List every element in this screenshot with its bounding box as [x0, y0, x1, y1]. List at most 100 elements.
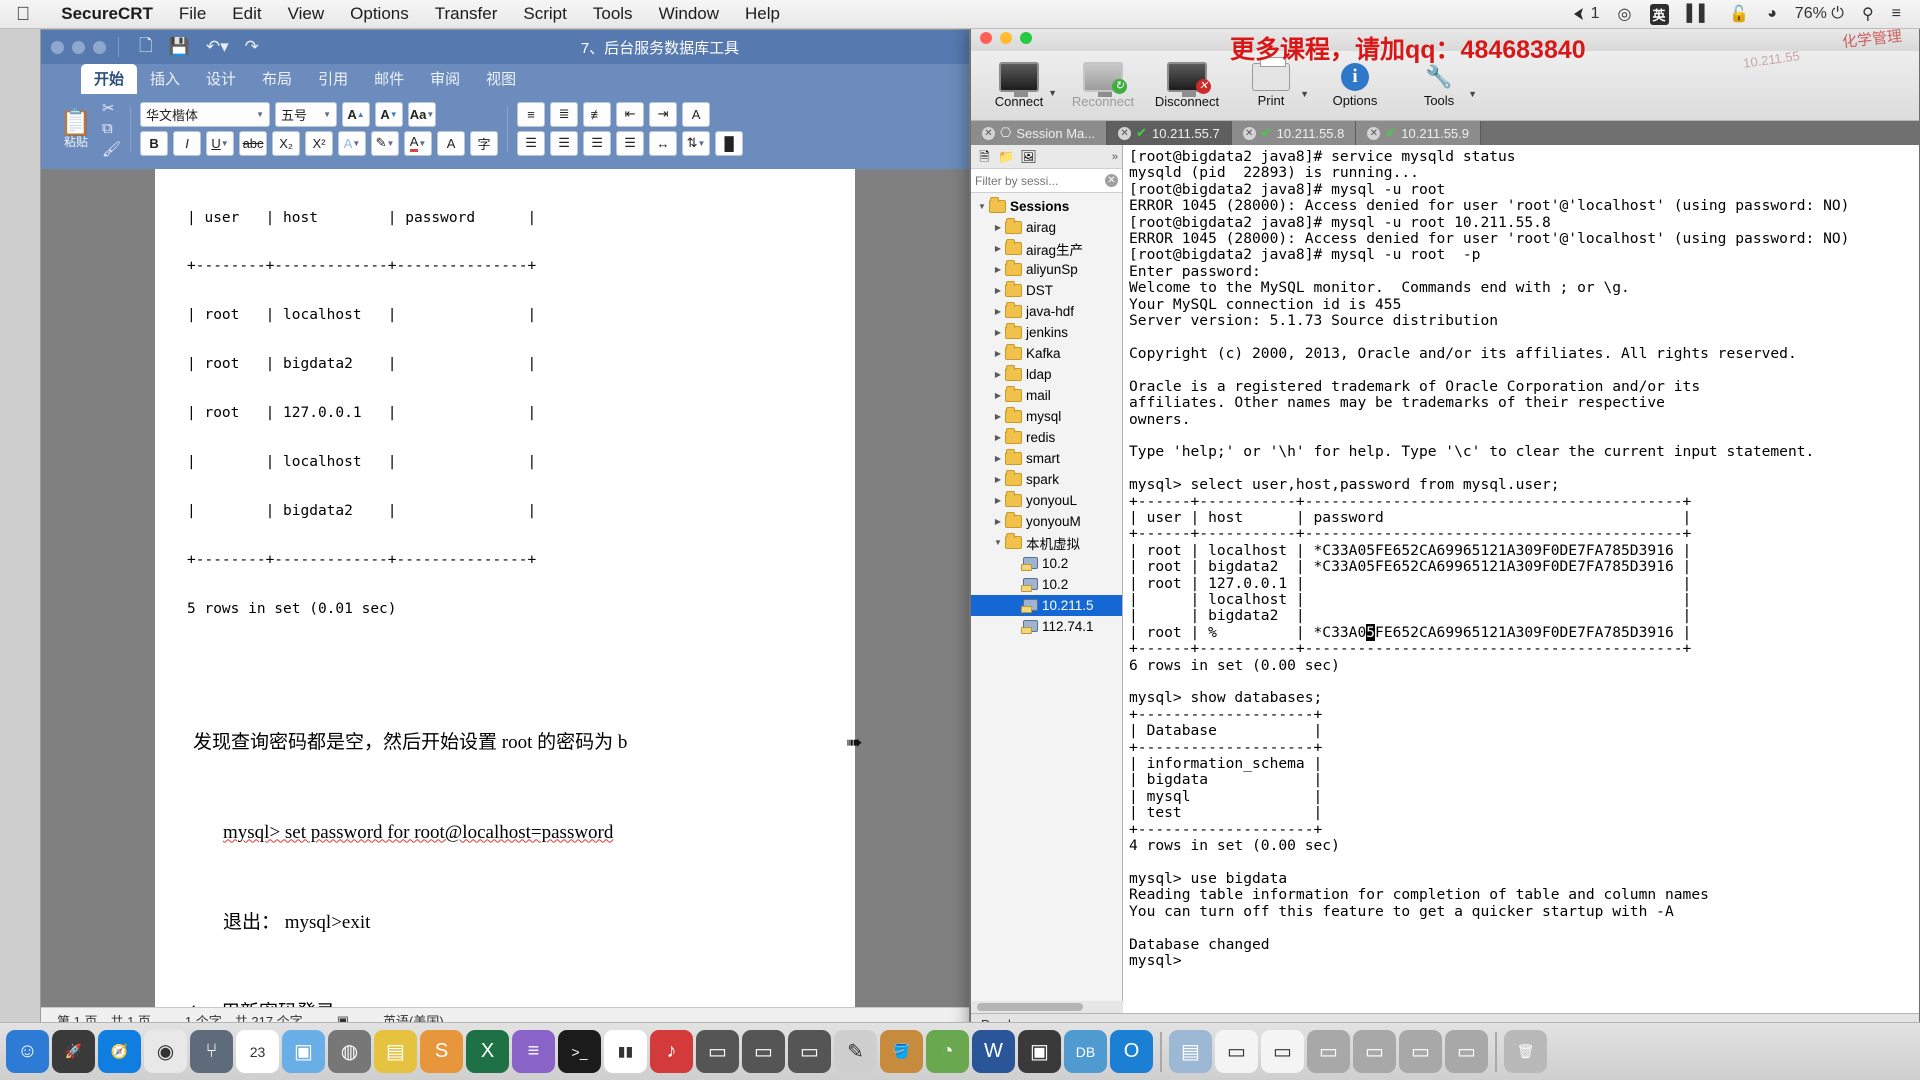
- dock-item-folder-3[interactable]: ▭: [1399, 1030, 1442, 1073]
- lock-icon[interactable]: 🔓: [1720, 4, 1758, 24]
- menu-item-file[interactable]: File: [166, 4, 219, 24]
- grow-font-button[interactable]: A ▲: [342, 101, 371, 127]
- screen-record-icon[interactable]: ◎: [1609, 4, 1641, 24]
- minimize-button[interactable]: [1000, 32, 1012, 44]
- bullet-list-icon[interactable]: ≡: [517, 101, 546, 127]
- dock-item-db-tool[interactable]: DB: [1064, 1030, 1107, 1073]
- reconnect-button[interactable]: ↻ Reconnect: [1061, 62, 1145, 109]
- options-button[interactable]: i Options: [1313, 63, 1397, 108]
- dock-item-excel-x[interactable]: X: [466, 1030, 509, 1073]
- overflow-chevron-icon[interactable]: »: [1112, 151, 1118, 163]
- wifi-icon[interactable]: ◕: [1758, 5, 1786, 23]
- chevron-down-icon[interactable]: ▼: [1468, 89, 1477, 99]
- zoom-button[interactable]: [1020, 32, 1032, 44]
- dock-item-sourcetree[interactable]: ⑂: [190, 1030, 233, 1073]
- dock-item-doc-2[interactable]: ▭: [1261, 1030, 1304, 1073]
- dock-item-doc-1[interactable]: ▭: [1215, 1030, 1258, 1073]
- pause-icon[interactable]: ▌▌: [1678, 5, 1721, 23]
- italic-button[interactable]: I: [173, 130, 202, 156]
- dock-item-eyedropper[interactable]: ✎: [834, 1030, 877, 1073]
- dock-item-window-3[interactable]: ▭: [788, 1030, 831, 1073]
- chevron-right-icon[interactable]: ▶: [991, 496, 1005, 505]
- tab-shenyue[interactable]: 审阅: [417, 64, 473, 94]
- dock-item-window-1[interactable]: ▭: [696, 1030, 739, 1073]
- tree-item[interactable]: ▼ Sessions: [971, 196, 1122, 217]
- format-painter-icon[interactable]: 🖌: [102, 140, 121, 158]
- new-session-icon[interactable]: 🗎: [975, 148, 994, 166]
- font-size-select[interactable]: 五号 ▼: [275, 101, 338, 127]
- cut-icon[interactable]: ✂: [102, 99, 121, 117]
- tab-charu[interactable]: 插入: [137, 64, 193, 94]
- session-filter-row[interactable]: ✕: [971, 169, 1122, 193]
- tree-item[interactable]: ▶ yonyouL: [971, 490, 1122, 511]
- clear-filter-icon[interactable]: ✕: [1105, 174, 1118, 187]
- dock-item-folder-1[interactable]: ▭: [1307, 1030, 1350, 1073]
- dock-item-pages[interactable]: ≡: [512, 1030, 555, 1073]
- line-spacing-icon[interactable]: ⇅ ▼: [682, 130, 711, 156]
- word-document-scroll-area[interactable]: | user | host | password | +--------+---…: [41, 169, 969, 1007]
- chevron-down-icon[interactable]: ▼: [1048, 88, 1057, 98]
- menu-item-securecrt[interactable]: SecureCRT: [48, 4, 166, 24]
- redo-icon[interactable]: ↷: [245, 37, 259, 57]
- tree-item[interactable]: ▶ airag: [971, 217, 1122, 238]
- dock-item-time-machine[interactable]: ◔: [926, 1030, 969, 1073]
- dock-item-safari[interactable]: 🧭: [98, 1030, 141, 1073]
- chevron-right-icon[interactable]: ▶: [991, 454, 1005, 463]
- dock-item-terminal[interactable]: >_: [558, 1030, 601, 1073]
- dock-item-folder-2[interactable]: ▭: [1353, 1030, 1396, 1073]
- chevron-right-icon[interactable]: ▶: [991, 349, 1005, 358]
- underline-button[interactable]: U ▼: [206, 130, 235, 156]
- chevron-right-icon[interactable]: ▶: [991, 265, 1005, 274]
- tree-item[interactable]: ▶ smart: [971, 448, 1122, 469]
- superscript-button[interactable]: X²: [305, 130, 334, 156]
- menu-item-help[interactable]: Help: [732, 4, 793, 24]
- tree-item[interactable]: ▶ mysql: [971, 406, 1122, 427]
- font-name-select[interactable]: 华文楷体 ▼: [140, 101, 271, 127]
- dock-item-calendar[interactable]: 23: [236, 1030, 279, 1073]
- undo-icon[interactable]: ↶▾: [206, 37, 229, 57]
- chevron-right-icon[interactable]: ▶: [991, 391, 1005, 400]
- dock-item-notes[interactable]: ▤: [374, 1030, 417, 1073]
- close-icon[interactable]: ✕: [1242, 126, 1256, 140]
- tools-button[interactable]: 🔧 Tools ▼: [1397, 63, 1481, 108]
- control-center-icon[interactable]: ≡: [1883, 5, 1910, 23]
- dock-item-bucket[interactable]: 🪣: [880, 1030, 923, 1073]
- chevron-right-icon[interactable]: ▶: [991, 286, 1005, 295]
- dock-item-opera[interactable]: O: [1110, 1030, 1153, 1073]
- clear-formatting-button[interactable]: A: [437, 130, 466, 156]
- chevron-right-icon[interactable]: ▶: [991, 433, 1005, 442]
- tab-buju[interactable]: 布局: [249, 64, 305, 94]
- dock-item-sublime[interactable]: S: [420, 1030, 463, 1073]
- tab-kaishi[interactable]: 开始: [81, 64, 138, 94]
- tree-item[interactable]: ▶ jenkins: [971, 322, 1122, 343]
- multilevel-list-icon[interactable]: ≢: [583, 101, 612, 127]
- shrink-font-button[interactable]: A ▼: [375, 101, 404, 127]
- strikethrough-button[interactable]: abc: [239, 130, 268, 156]
- terminal-output[interactable]: [root@bigdata2 java8]# service mysqld st…: [1123, 145, 1919, 1013]
- chevron-right-icon[interactable]: ▶: [991, 517, 1005, 526]
- tab-10-211-55-9[interactable]: ✕ ✔ 10.211.55.9: [1356, 121, 1481, 145]
- new-doc-icon[interactable]: 🗋: [139, 33, 153, 62]
- chevron-right-icon[interactable]: ▶: [991, 475, 1005, 484]
- connect-button[interactable]: Connect ▼: [977, 62, 1061, 109]
- notification-icon[interactable]: 1: [1564, 5, 1609, 23]
- tree-item[interactable]: ▶ yonyouM: [971, 511, 1122, 532]
- distribute-icon[interactable]: ↔: [649, 130, 678, 156]
- tab-session-manager[interactable]: ✕ ⎔ Session Ma...: [971, 121, 1108, 145]
- paste-button[interactable]: 📋 粘贴: [47, 108, 105, 150]
- tab-sheji[interactable]: 设计: [193, 64, 249, 94]
- menu-item-transfer[interactable]: Transfer: [422, 4, 511, 24]
- dock-item-launchpad[interactable]: 🚀: [52, 1030, 95, 1073]
- tab-shitu[interactable]: 视图: [473, 64, 529, 94]
- tree-item[interactable]: ▶ aliyunSp: [971, 259, 1122, 280]
- bold-button[interactable]: B: [140, 130, 169, 156]
- tree-item[interactable]: ▶ ldap: [971, 364, 1122, 385]
- dock-item-folder-4[interactable]: ▭: [1445, 1030, 1488, 1073]
- session-tree[interactable]: ▼ Sessions ▶ airag ▶ airag生产 ▶ aliyunSp ▶ DST ▶ jav…: [971, 193, 1122, 1013]
- apple-logo-icon[interactable]: : [16, 5, 30, 24]
- dock-item-finder[interactable]: ☺: [6, 1030, 49, 1073]
- menu-item-view[interactable]: View: [275, 4, 338, 24]
- decrease-indent-icon[interactable]: ⇤: [616, 101, 645, 127]
- word-window-controls[interactable]: [51, 40, 106, 54]
- numbered-list-icon[interactable]: ≣: [550, 101, 579, 127]
